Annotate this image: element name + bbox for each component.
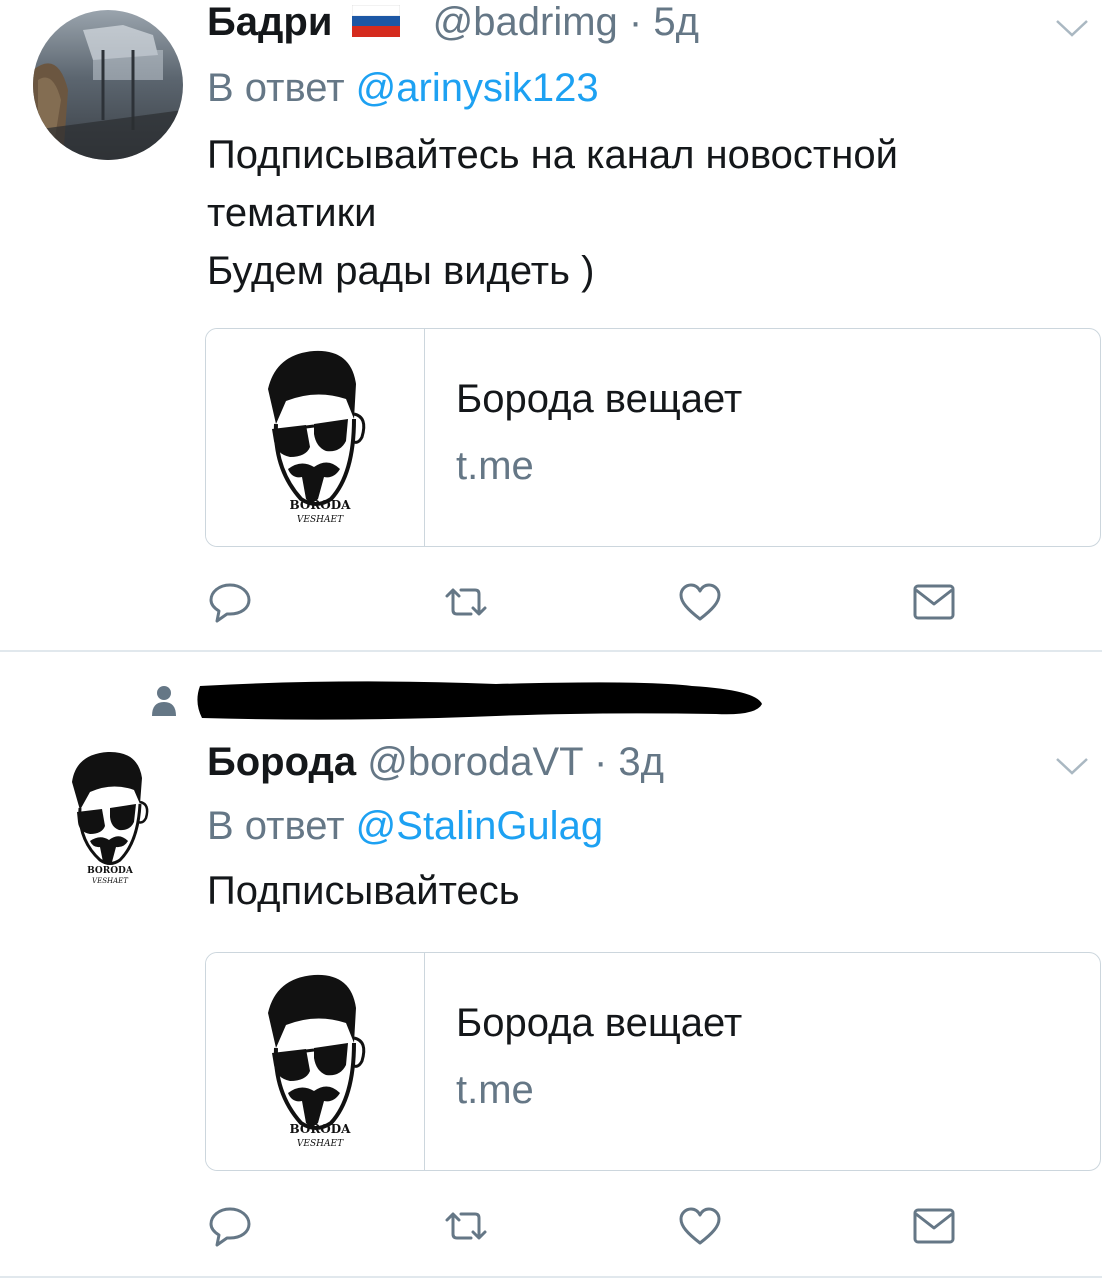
- reply-prefix: В ответ: [207, 66, 345, 110]
- reply-context: В ответ @StalinGulag: [207, 804, 603, 849]
- separator-dot: ·: [628, 0, 643, 44]
- logo-text-top: BORODA: [290, 498, 352, 512]
- heart-icon[interactable]: [670, 572, 730, 632]
- logo-text-bottom: VESHAET: [297, 1139, 344, 1149]
- tweet-1[interactable]: Бадри @badrimg · 5д В ответ @arinysik123…: [0, 0, 1102, 650]
- bearded-man-logo-icon: BORODA VESHAET: [268, 350, 366, 525]
- action-bar: [0, 1196, 1102, 1256]
- tweet-text: Подписывайтесь: [207, 869, 520, 913]
- avatar-text-bottom: VESHAET: [92, 877, 129, 885]
- envelope-icon[interactable]: [904, 572, 964, 632]
- retweet-icon[interactable]: [436, 572, 496, 632]
- avatar[interactable]: BORODA VESHAET: [50, 742, 170, 892]
- redacted-context-text: [196, 676, 771, 731]
- timestamp[interactable]: 5д: [653, 0, 699, 44]
- reply-context: В ответ @arinysik123: [207, 66, 599, 111]
- bearded-man-logo-icon: BORODA VESHAET: [268, 974, 366, 1149]
- tweet-2[interactable]: BORODA VESHAET Борода @borodaVT · 3д В о…: [0, 652, 1102, 1280]
- tweet-divider: [0, 1276, 1102, 1278]
- retweet-icon[interactable]: [436, 1196, 496, 1256]
- handle[interactable]: @badrimg: [433, 0, 618, 44]
- chevron-down-icon[interactable]: [1054, 16, 1090, 40]
- link-card[interactable]: BORODA VESHAET Борода вещает t.me: [205, 952, 1101, 1171]
- handle[interactable]: @borodaVT: [367, 740, 583, 784]
- tweet-text: Подписывайтесь на канал новостной темати…: [207, 133, 898, 293]
- logo-text-bottom: VESHAET: [297, 515, 344, 525]
- reply-mention-link[interactable]: @arinysik123: [356, 66, 599, 110]
- action-bar: [0, 572, 1102, 632]
- tweet-header: Бадри @badrimg · 5д: [207, 0, 699, 45]
- card-thumbnail: BORODA VESHAET: [206, 953, 425, 1170]
- reply-prefix: В ответ: [207, 804, 345, 848]
- card-domain: t.me: [456, 1068, 534, 1112]
- russia-flag-icon: [351, 2, 400, 37]
- card-title: Борода вещает: [456, 377, 743, 421]
- tweet-header: Борода @borodaVT · 3д: [207, 740, 664, 785]
- person-icon: [150, 684, 178, 723]
- avatar-text-top: BORODA: [87, 866, 134, 876]
- reply-mention-link[interactable]: @StalinGulag: [356, 804, 603, 848]
- display-name[interactable]: Бадри: [207, 0, 332, 44]
- card-thumbnail: BORODA VESHAET: [206, 329, 425, 546]
- chevron-down-icon[interactable]: [1054, 754, 1090, 778]
- separator-dot: ·: [593, 740, 608, 784]
- logo-text-top: BORODA: [290, 1122, 352, 1136]
- link-card[interactable]: BORODA VESHAET Борода вещает t.me: [205, 328, 1101, 547]
- heart-icon[interactable]: [670, 1196, 730, 1256]
- timestamp[interactable]: 3д: [618, 740, 664, 784]
- display-name[interactable]: Борода: [207, 740, 356, 784]
- card-domain: t.me: [456, 444, 534, 488]
- envelope-icon[interactable]: [904, 1196, 964, 1256]
- reply-icon[interactable]: [200, 572, 260, 632]
- avatar[interactable]: [33, 10, 183, 160]
- reply-icon[interactable]: [200, 1196, 260, 1256]
- card-title: Борода вещает: [456, 1001, 743, 1045]
